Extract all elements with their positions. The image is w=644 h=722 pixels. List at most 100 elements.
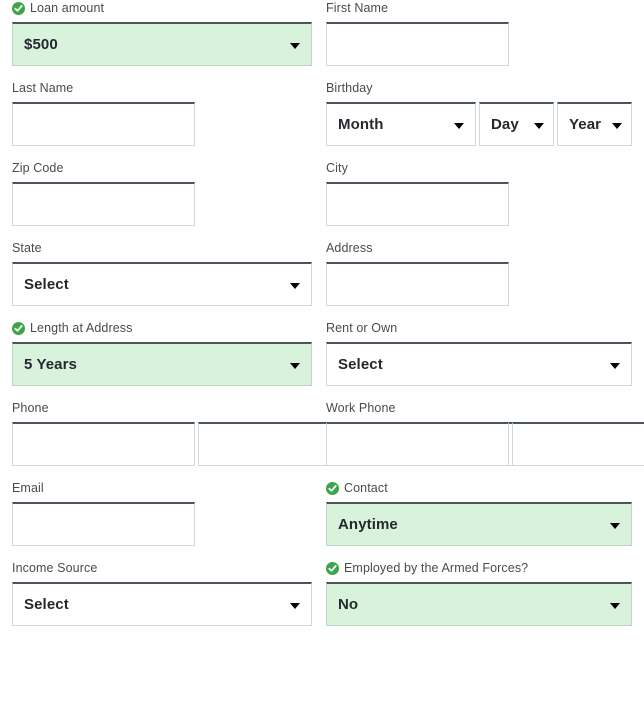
field-label-form.rows.3.right: Address	[326, 240, 632, 257]
field-label-form.rows.4.left: Length at Address	[12, 320, 312, 337]
form-row: Loan amount $500 First Name	[0, 0, 644, 80]
check-circle-icon	[12, 2, 25, 15]
birthday-group: Month Day Year	[326, 102, 632, 146]
field-length-at-address: Length at Address 5 Years	[12, 320, 312, 386]
chevron-down-icon	[290, 602, 300, 609]
form-column-right: Work Phone	[322, 400, 644, 480]
field-label-form.rows.0.right: First Name	[326, 0, 632, 17]
work-phone-group	[326, 422, 644, 466]
chevron-down-icon	[290, 282, 300, 289]
check-circle-icon	[326, 562, 339, 575]
field-label-form.rows.5.right: Work Phone	[326, 400, 632, 417]
field-label-form.rows.7.left: Income Source	[12, 560, 312, 577]
field-label-text: City	[326, 161, 348, 175]
birthday-month-select-value: Month	[338, 116, 384, 133]
birthday-day-select[interactable]: Day	[479, 102, 554, 146]
field-label-form.rows.7.right: Employed by the Armed Forces?	[326, 560, 632, 577]
rent-or-own-select[interactable]: Select	[326, 342, 632, 386]
field-label-text: First Name	[326, 1, 389, 15]
email-input[interactable]	[12, 502, 195, 546]
form-column-right: Address	[322, 240, 644, 320]
chevron-down-icon	[290, 362, 300, 369]
employed-by-the-armed-forces-select-value: No	[338, 596, 359, 613]
field-employed-by-the-armed-forces: Employed by the Armed Forces? No	[326, 560, 632, 626]
birthday-month-select[interactable]: Month	[326, 102, 476, 146]
field-last-name: Last Name	[12, 80, 312, 146]
form-row: Phone Work Phone	[0, 400, 644, 480]
employed-by-the-armed-forces-select[interactable]: No	[326, 582, 632, 626]
check-circle-icon	[326, 482, 339, 495]
field-label-form.rows.0.left: Loan amount	[12, 0, 312, 17]
income-source-select[interactable]: Select	[12, 582, 312, 626]
birthday-day-select-value: Day	[491, 116, 519, 133]
birthday-year-select-value: Year	[569, 116, 602, 133]
state-select[interactable]: Select	[12, 262, 312, 306]
chevron-down-icon	[454, 122, 464, 129]
field-contact: Contact Anytime	[326, 480, 632, 546]
chevron-down-icon	[610, 362, 620, 369]
form-column-right: Rent or Own Select	[322, 320, 644, 400]
field-rent-or-own: Rent or Own Select	[326, 320, 632, 386]
chevron-down-icon	[610, 602, 620, 609]
form-column-left: Length at Address 5 Years	[0, 320, 322, 400]
birthday-year-select[interactable]: Year	[557, 102, 632, 146]
field-label-form.rows.1.right: Birthday	[326, 80, 632, 97]
field-label-text: Phone	[12, 401, 49, 415]
field-address: Address	[326, 240, 632, 306]
first-name-input[interactable]	[326, 22, 509, 66]
field-label-form.rows.1.left: Last Name	[12, 80, 312, 97]
field-label-form.rows.3.left: State	[12, 240, 312, 257]
form-row: Length at Address 5 Years Rent or Own Selec…	[0, 320, 644, 400]
field-state: State Select	[12, 240, 312, 306]
chevron-down-icon	[534, 122, 544, 129]
chevron-down-icon	[610, 522, 620, 529]
work-phone-area-code-input[interactable]	[326, 422, 509, 466]
form-column-left: Income Source Select	[0, 560, 322, 640]
form-row: Zip Code City	[0, 160, 644, 240]
field-zip-code: Zip Code	[12, 160, 312, 226]
field-label-text: Contact	[344, 481, 388, 495]
form-column-right: Contact Anytime	[322, 480, 644, 560]
form-column-right: City	[322, 160, 644, 240]
form-column-right: Employed by the Armed Forces? No	[322, 560, 644, 640]
loan-amount-select[interactable]: $500	[12, 22, 312, 66]
field-label-text: Zip Code	[12, 161, 64, 175]
field-label-form.rows.5.left: Phone	[12, 400, 312, 417]
chevron-down-icon	[290, 42, 300, 49]
city-input[interactable]	[326, 182, 509, 226]
loan-application-form: Loan amount $500 First Name Last Name Birthd…	[0, 0, 644, 640]
field-loan-amount: Loan amount $500	[12, 0, 312, 66]
rent-or-own-select-value: Select	[338, 356, 383, 373]
form-column-left: Zip Code	[0, 160, 322, 240]
phone-area-code-input[interactable]	[12, 422, 195, 466]
field-city: City	[326, 160, 632, 226]
form-row: Email Contact Anytime	[0, 480, 644, 560]
last-name-input[interactable]	[12, 102, 195, 146]
loan-amount-select-value: $500	[24, 36, 58, 53]
field-label-text: Address	[326, 241, 373, 255]
address-input[interactable]	[326, 262, 509, 306]
field-phone: Phone	[12, 400, 567, 466]
contact-select-value: Anytime	[338, 516, 398, 533]
income-source-select-value: Select	[24, 596, 69, 613]
chevron-down-icon	[612, 122, 622, 129]
form-column-left: Loan amount $500	[0, 0, 322, 80]
length-at-address-select[interactable]: 5 Years	[12, 342, 312, 386]
state-select-value: Select	[24, 276, 69, 293]
field-label-form.rows.4.right: Rent or Own	[326, 320, 632, 337]
form-row: State Select Address	[0, 240, 644, 320]
field-label-text: Email	[12, 481, 44, 495]
field-label-text: Rent or Own	[326, 321, 398, 335]
field-label-form.rows.2.right: City	[326, 160, 632, 177]
field-birthday: Birthday Month Day Year	[326, 80, 632, 146]
contact-select[interactable]: Anytime	[326, 502, 632, 546]
zip-code-input[interactable]	[12, 182, 195, 226]
field-label-text: Work Phone	[326, 401, 396, 415]
work-phone-prefix-input[interactable]	[512, 422, 644, 466]
field-label-text: Birthday	[326, 81, 373, 95]
field-label-text: State	[12, 241, 42, 255]
form-column-left: State Select	[0, 240, 322, 320]
length-at-address-select-value: 5 Years	[24, 356, 77, 373]
field-label-form.rows.6.right: Contact	[326, 480, 632, 497]
field-email: Email	[12, 480, 312, 546]
